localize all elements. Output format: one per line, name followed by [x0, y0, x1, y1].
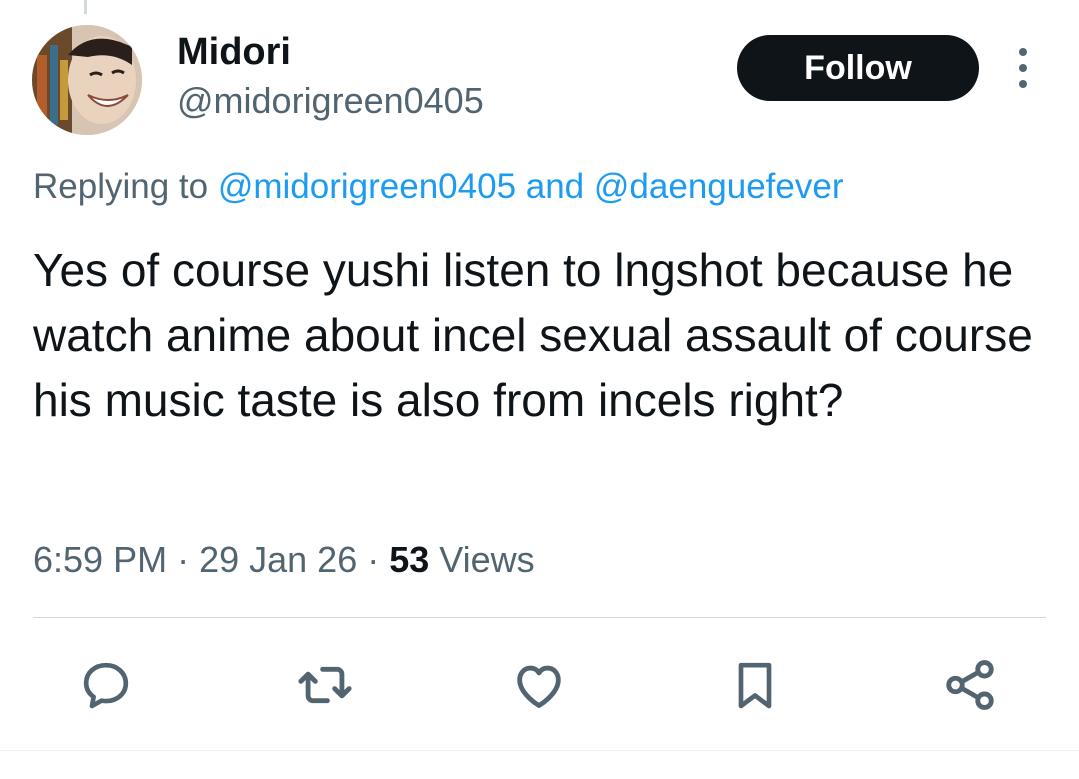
more-dot-icon [1019, 80, 1027, 88]
user-handle[interactable]: @midorigreen0405 [177, 80, 484, 122]
bookmark-icon [738, 662, 772, 709]
views-count: 53 [389, 539, 430, 580]
meta-separator: · [167, 539, 200, 580]
tweet-time[interactable]: 6:59 PM [33, 539, 167, 580]
tweet-date[interactable]: 29 Jan 26 [199, 539, 357, 580]
repost-button[interactable] [295, 655, 355, 715]
reply-conjunction[interactable]: and [516, 167, 594, 206]
display-name[interactable]: Midori [177, 30, 291, 74]
speech-bubble-icon [83, 662, 129, 709]
thread-connector-line [84, 0, 87, 14]
mention-link[interactable]: @daenguefever [594, 167, 844, 206]
bottom-divider [0, 750, 1079, 751]
share-nodes-icon [946, 660, 994, 710]
follow-button[interactable]: Follow [737, 35, 979, 101]
share-button[interactable] [940, 655, 1000, 715]
replying-to-label: Replying to [33, 167, 218, 206]
views-label: Views [429, 539, 535, 580]
tweet-text: Yes of course yushi listen to lngshot be… [33, 244, 1033, 426]
more-dot-icon [1019, 48, 1027, 56]
mention-link[interactable]: @midorigreen0405 [218, 167, 516, 206]
divider [33, 617, 1046, 618]
avatar[interactable] [32, 25, 142, 135]
more-options-button[interactable] [1008, 48, 1038, 88]
more-dot-icon [1019, 64, 1027, 72]
heart-icon [517, 665, 561, 708]
repost-arrows-icon [298, 666, 352, 704]
bookmark-button[interactable] [725, 655, 785, 715]
meta-separator: · [357, 539, 390, 580]
tweet-meta: 6:59 PM · 29 Jan 26 · 53 Views [33, 538, 535, 582]
replying-to-line: Replying to @midorigreen0405 and @daengu… [33, 166, 844, 208]
reply-button[interactable] [76, 655, 136, 715]
avatar-photo [32, 25, 142, 135]
like-button[interactable] [509, 655, 569, 715]
